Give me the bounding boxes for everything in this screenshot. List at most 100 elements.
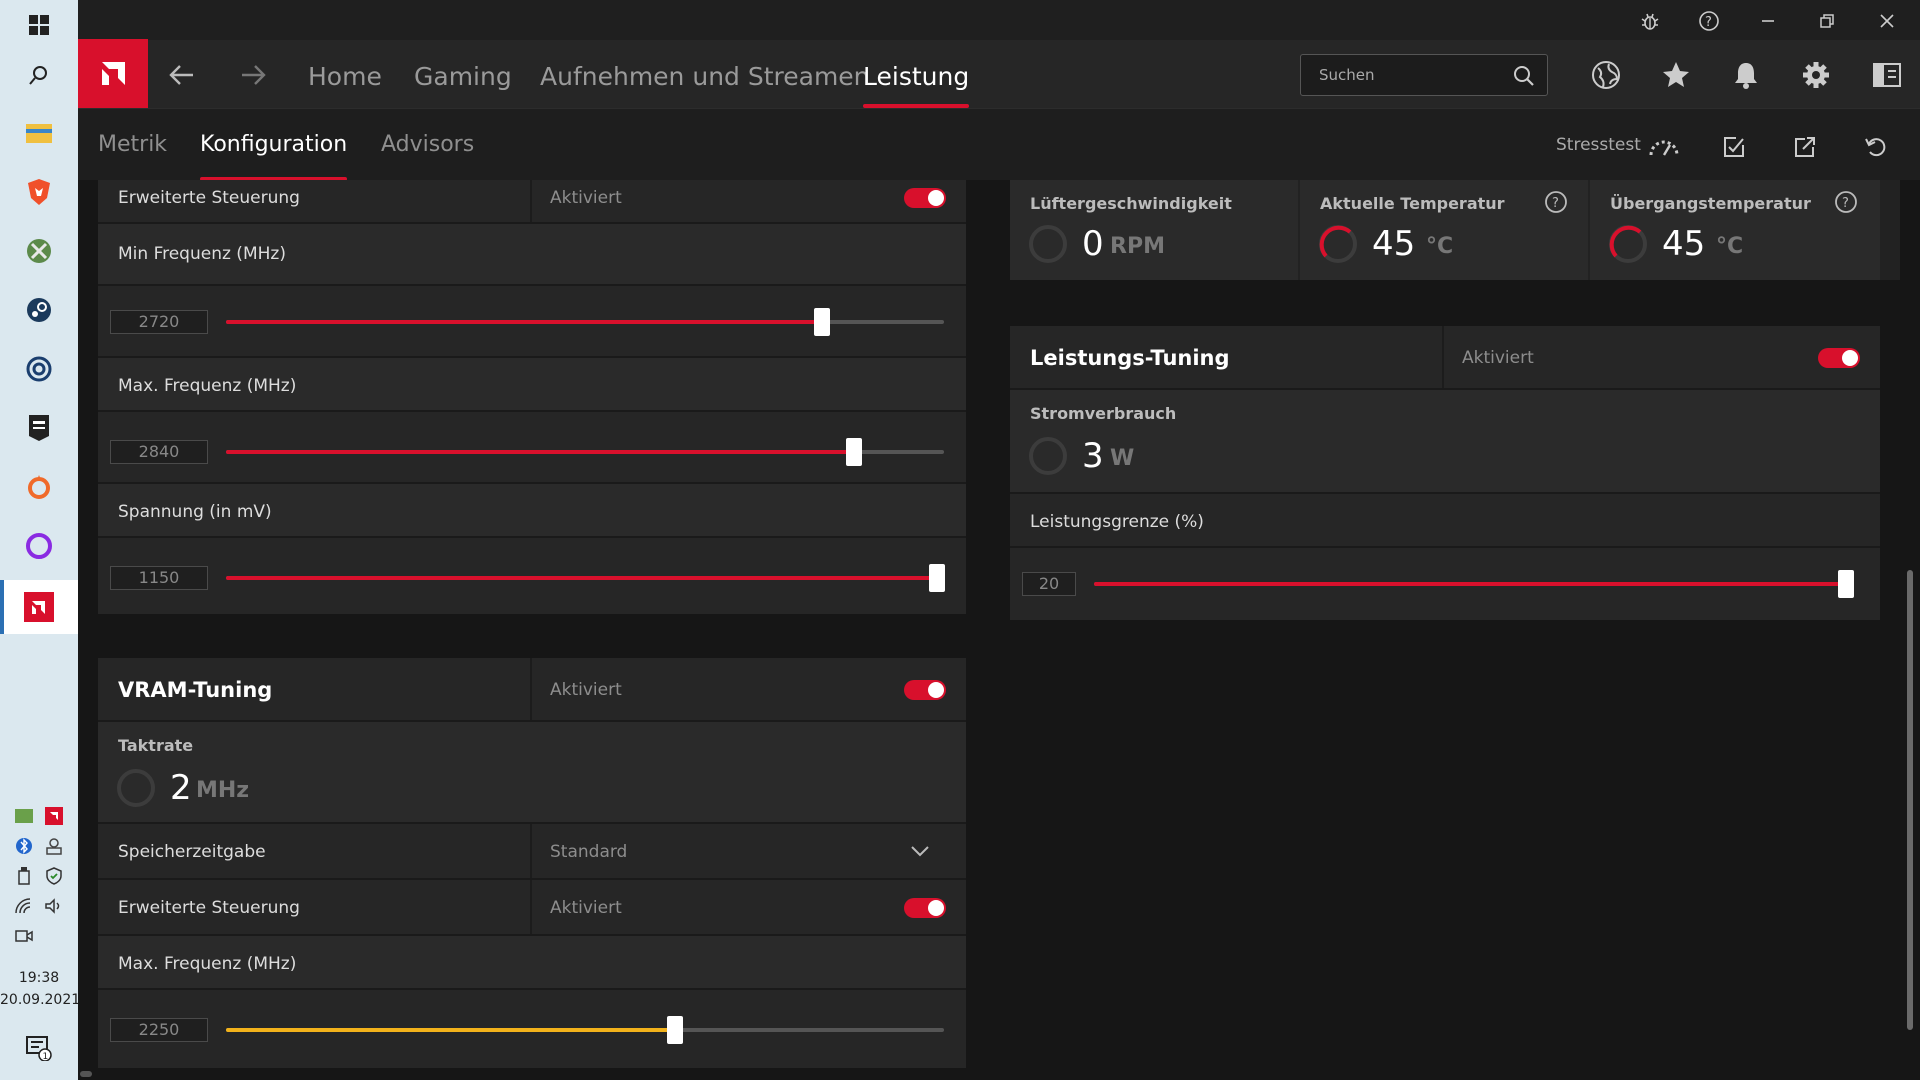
- fan-speed-value: 0: [1082, 224, 1104, 264]
- tab-home[interactable]: Home: [308, 40, 382, 108]
- forward-arrow-icon[interactable]: [238, 60, 268, 90]
- stromverbrauch-label: Stromverbrauch: [1030, 404, 1177, 423]
- favorites-star-icon[interactable]: [1659, 58, 1693, 92]
- power-tuning-header: Leistungs-Tuning Aktiviert: [1010, 326, 1880, 390]
- gpu-erweiterte-steuerung-label: Erweiterte Steuerung: [118, 188, 300, 208]
- notifications-bell-icon[interactable]: [1729, 58, 1763, 92]
- notification-center-icon[interactable]: 1: [26, 1035, 52, 1062]
- spannung-slider[interactable]: [226, 564, 945, 592]
- max-frequenz-slider[interactable]: [226, 438, 944, 466]
- search-input[interactable]: [1319, 66, 1499, 84]
- wifi-icon[interactable]: [14, 896, 34, 916]
- vram-max-frequenz-thumb[interactable]: [666, 1016, 683, 1044]
- tab-leistung[interactable]: Leistung: [863, 40, 970, 108]
- configuration-content: Erweiterte Steuerung Aktiviert Min Frequ…: [78, 180, 1920, 1080]
- search-icon[interactable]: [0, 50, 78, 100]
- close-icon[interactable]: [1874, 8, 1900, 34]
- tray-row-5: [14, 926, 34, 946]
- chevron-down-icon[interactable]: [910, 844, 930, 858]
- tab-aufnehmen-und-streamen[interactable]: Aufnehmen und Streamen: [540, 40, 870, 108]
- export-profile-icon[interactable]: [1789, 131, 1821, 163]
- apply-changes-icon[interactable]: [1718, 131, 1750, 163]
- clock-time: 19:38: [18, 970, 60, 986]
- network-monitor-icon[interactable]: [14, 806, 34, 826]
- tab-gaming[interactable]: Gaming: [414, 40, 512, 108]
- horizontal-scrollbar[interactable]: [80, 1071, 92, 1077]
- power-tuning-toggle[interactable]: [1818, 348, 1860, 368]
- spannung-value[interactable]: 1150: [110, 566, 208, 590]
- meet-now-icon[interactable]: [14, 926, 34, 946]
- tab-advisors[interactable]: Advisors: [381, 109, 474, 181]
- windows-start-icon[interactable]: [0, 0, 78, 50]
- reset-icon[interactable]: [1860, 131, 1892, 163]
- amd-software-window: ? Home Gaming Aufnehmen und Streamen Lei…: [78, 0, 1920, 1080]
- power-tuning-status: Aktiviert: [1462, 348, 1534, 368]
- taskbar-clock[interactable]: 19:38 20.09.2021: [0, 967, 80, 1011]
- vram-taktrate-row: Taktrate 2 MHz: [98, 722, 966, 824]
- min-frequenz-fill: [226, 320, 822, 324]
- vram-max-frequenz-slider[interactable]: [226, 1016, 944, 1044]
- file-explorer-icon[interactable]: [0, 108, 78, 158]
- back-arrow-icon[interactable]: [167, 60, 197, 90]
- usb-drive-icon[interactable]: [14, 866, 34, 886]
- vram-taktrate-unit: MHz: [196, 778, 250, 803]
- junction-ring-icon: [1609, 225, 1647, 263]
- volume-icon[interactable]: [44, 896, 64, 916]
- vertical-scrollbar[interactable]: [1907, 570, 1913, 1030]
- help-icon[interactable]: ?: [1696, 8, 1722, 34]
- leistungsgrenze-value[interactable]: 20: [1022, 572, 1076, 596]
- sidebar-toggle-icon[interactable]: [1870, 58, 1904, 92]
- origin-icon[interactable]: [0, 462, 78, 512]
- row-divider: [530, 658, 532, 720]
- leistungsgrenze-slider[interactable]: [1094, 570, 1855, 598]
- leistungsgrenze-header: Leistungsgrenze (%): [1010, 494, 1880, 548]
- vram-tuning-toggle[interactable]: [904, 680, 946, 700]
- spannung-thumb[interactable]: [928, 564, 945, 592]
- settings-gear-icon[interactable]: [1799, 58, 1833, 92]
- tab-konfiguration[interactable]: Konfiguration: [200, 109, 348, 181]
- restore-icon[interactable]: [1814, 8, 1840, 34]
- tab-metrik[interactable]: Metrik: [98, 109, 167, 181]
- amd-logo-icon[interactable]: [78, 39, 148, 108]
- junction-temperature-label: Übergangstemperatur: [1610, 194, 1811, 213]
- minimize-icon[interactable]: [1755, 8, 1781, 34]
- search-icon[interactable]: [1513, 65, 1535, 87]
- bluetooth-icon[interactable]: [14, 836, 34, 856]
- epic-games-icon[interactable]: [0, 403, 78, 453]
- max-frequenz-label: Max. Frequenz (MHz): [118, 376, 297, 396]
- svg-text:?: ?: [1552, 196, 1559, 211]
- bug-report-icon[interactable]: [1637, 8, 1663, 34]
- amd-software-taskbar-icon[interactable]: [0, 580, 78, 634]
- speicherzeitgabe-dropdown[interactable]: Standard: [550, 842, 627, 862]
- gpu-erweiterte-steuerung-toggle[interactable]: [904, 188, 946, 208]
- min-frequenz-thumb[interactable]: [813, 308, 830, 336]
- help-icon[interactable]: ?: [1834, 190, 1858, 214]
- cortana-icon[interactable]: [0, 521, 78, 571]
- min-frequenz-slider-row: 2720: [98, 286, 966, 358]
- steam-icon[interactable]: [0, 285, 78, 335]
- help-icon[interactable]: ?: [1544, 190, 1568, 214]
- leistungsgrenze-thumb[interactable]: [1838, 570, 1855, 598]
- brave-browser-icon[interactable]: [0, 167, 78, 217]
- junction-temperature-card: Übergangstemperatur ? 45 °C: [1590, 180, 1880, 280]
- tray-row-2: [14, 836, 64, 856]
- tray-row-1: [14, 806, 64, 826]
- ubisoft-icon[interactable]: [0, 344, 78, 394]
- vram-max-frequenz-fill: [226, 1028, 675, 1032]
- max-frequenz-thumb[interactable]: [846, 438, 863, 466]
- row-divider: [530, 180, 532, 222]
- amd-tray-icon[interactable]: [44, 806, 64, 826]
- stresstest-gauge-icon[interactable]: [1648, 131, 1680, 163]
- min-frequenz-slider[interactable]: [226, 308, 944, 336]
- vram-max-frequenz-value[interactable]: 2250: [110, 1018, 208, 1042]
- security-shield-icon[interactable]: [44, 866, 64, 886]
- globe-icon[interactable]: [1589, 58, 1623, 92]
- vram-max-frequenz-label: Max. Frequenz (MHz): [118, 954, 297, 974]
- search-box[interactable]: [1300, 54, 1548, 96]
- stresstest-label[interactable]: Stresstest: [1556, 135, 1641, 155]
- user-tray-icon[interactable]: [44, 836, 64, 856]
- max-frequenz-value[interactable]: 2840: [110, 440, 208, 464]
- min-frequenz-value[interactable]: 2720: [110, 310, 208, 334]
- vram-erweiterte-steuerung-toggle[interactable]: [904, 898, 946, 918]
- xbox-icon[interactable]: [0, 226, 78, 276]
